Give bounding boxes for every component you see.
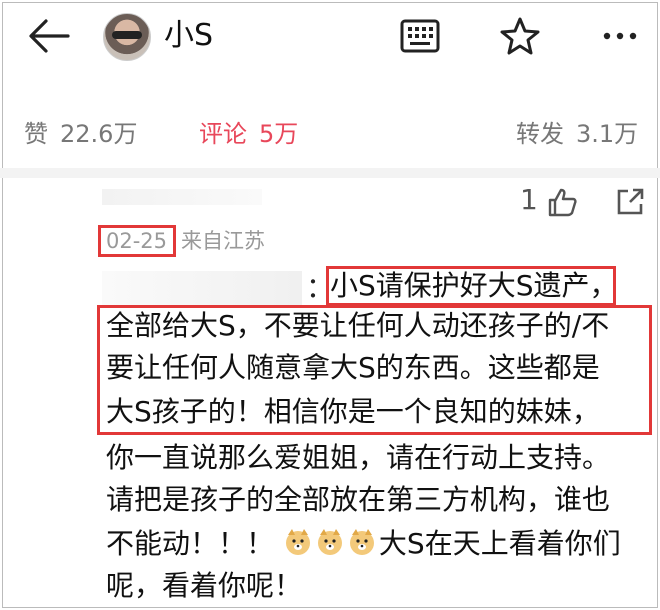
section-divider [0,168,660,178]
comments-count: 5万 [259,120,299,148]
comment-line: 全部给大S，不要让任何人动还孩子的/不 [106,309,610,342]
likes-count: 22.6万 [60,120,138,148]
comment-date: 02-25 [106,229,168,253]
username[interactable]: 小S [164,16,213,56]
blurred-reply-username [102,271,302,305]
keyboard-icon[interactable] [398,14,442,58]
thumbs-up-icon[interactable] [546,186,578,218]
comment-line: 大S孩子的！相信你是一个良知的妹妹， [106,395,600,428]
reposts-count: 3.1万 [576,120,639,148]
comments-label: 评论 [199,120,247,148]
top-bar: 小S [0,0,660,78]
comment-text: 不能动！！！ [106,527,275,560]
doge-emoji-icon [317,529,342,555]
comment-line: 要让任何人随意拿大S的东西。这些都是 [106,351,600,384]
more-icon[interactable] [598,14,642,58]
comment-line: 请把是孩子的全部放在第三方机构，谁也 [106,483,611,516]
star-icon[interactable] [498,14,542,58]
comment-line: 你一直说那么爱姐姐，请在行动上支持。 [106,441,611,474]
comment-line: 呢，看着你呢！ [106,569,303,602]
comment-line: 小S请保护好大S遗产， [330,269,618,302]
avatar[interactable] [103,13,151,61]
comment-line-with-emoji: 不能动！！！ 大S在天上看着你们 [106,524,621,564]
doge-emoji-icon [349,529,374,555]
tab-reposts[interactable]: 转发 3.1万 [516,110,638,158]
comment-text: 大S在天上看着你们 [378,527,621,560]
back-arrow-icon[interactable] [26,16,72,56]
comment-like-count: 1 [520,183,538,216]
tab-comments[interactable]: 评论 5万 [199,110,298,158]
stats-bar: 赞 22.6万 评论 5万 转发 3.1万 [0,110,660,158]
likes-label: 赞 [24,120,48,148]
share-icon[interactable] [614,186,646,218]
doge-emoji-icon [285,529,310,555]
blurred-commenter-name [102,189,262,205]
comment-location: 来自江苏 [181,229,265,253]
reposts-label: 转发 [516,120,564,148]
tab-likes[interactable]: 赞 22.6万 [24,110,137,158]
